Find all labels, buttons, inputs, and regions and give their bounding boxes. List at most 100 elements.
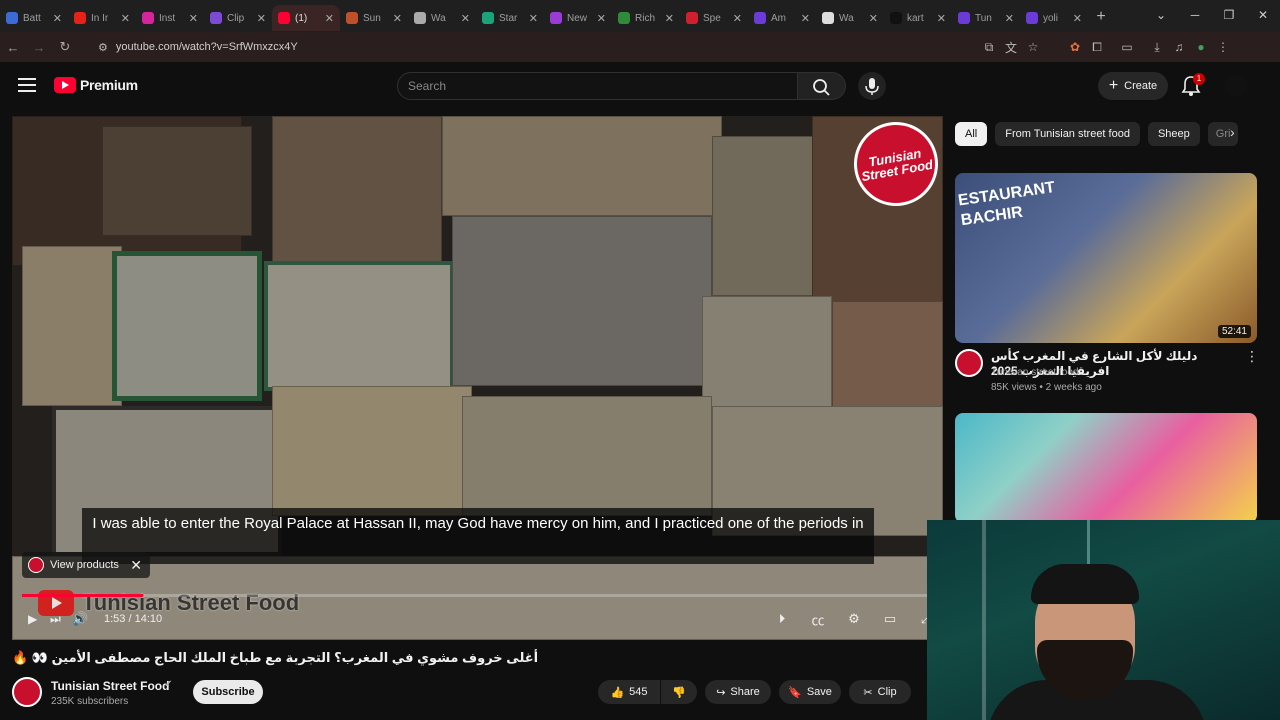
tab-close-icon[interactable]: ✕ — [393, 12, 402, 25]
progress-bar[interactable] — [22, 594, 933, 597]
tab-close-icon[interactable]: ✕ — [937, 12, 946, 25]
tab-close-icon[interactable]: ✕ — [1073, 12, 1082, 25]
account-avatar[interactable] — [1225, 75, 1247, 97]
clip-button[interactable]: ✂ Clip — [849, 680, 911, 704]
omnibox-actions: ⧉ 文 ☆ — [978, 32, 1044, 62]
browser-tab[interactable]: Rich ✕ — [612, 5, 680, 31]
like-button[interactable]: 👍 545 — [598, 680, 660, 704]
browser-tab[interactable]: Star ✕ — [476, 5, 544, 31]
install-app-icon[interactable]: ⧉ — [978, 40, 1000, 55]
subtitles-icon[interactable]: ㏄ — [807, 610, 829, 629]
browser-tab[interactable]: Am ✕ — [748, 5, 816, 31]
channel-name[interactable]: Tunisian Street Food — [51, 679, 169, 693]
recommendation-channel-avatar[interactable] — [955, 349, 983, 377]
filter-chips: All From Tunisian street food Sheep Gri — [955, 122, 1238, 146]
browser-tab[interactable]: Clip ✕ — [204, 5, 272, 31]
chip-sheep[interactable]: Sheep — [1147, 122, 1200, 146]
chip-all[interactable]: All — [955, 122, 988, 146]
tab-close-icon[interactable]: ✕ — [121, 12, 130, 25]
time-display: 1:53 / 14:10 — [104, 613, 163, 625]
browser-tab[interactable]: kart ✕ — [884, 5, 952, 31]
tab-favicon-icon — [618, 12, 630, 24]
menu-dots-icon[interactable]: ⋮ — [1212, 40, 1234, 54]
minimize-icon[interactable]: ─ — [1178, 0, 1212, 32]
tab-label: yoli — [1043, 12, 1059, 24]
autoplay-toggle-icon[interactable]: ⏵ — [771, 611, 793, 627]
browser-tab[interactable]: In Ir ✕ — [68, 5, 136, 31]
tab-close-icon[interactable]: ✕ — [189, 12, 198, 25]
subscriber-count: 235K subscribers — [51, 696, 129, 707]
recommendation-channel[interactable]: Tunisian street food — [991, 367, 1078, 378]
chevron-right-icon[interactable]: › — [1230, 124, 1235, 140]
youtube-masthead: Premium Search + Create 1 — [0, 62, 1280, 112]
create-button[interactable]: + Create — [1098, 72, 1168, 100]
browser-tab[interactable]: yoli ✕ — [1020, 5, 1088, 31]
restore-icon[interactable]: ❐ — [1212, 0, 1246, 32]
reload-icon[interactable]: ↻ — [52, 39, 78, 55]
plus-icon: + — [1108, 77, 1119, 94]
tab-label: In Ir — [91, 12, 109, 24]
close-window-icon[interactable]: ✕ — [1246, 0, 1280, 32]
chip-from-channel[interactable]: From Tunisian street food — [995, 122, 1140, 146]
tab-close-icon[interactable]: ✕ — [529, 12, 538, 25]
volume-icon[interactable]: 🔊 — [72, 611, 98, 627]
new-tab-button[interactable]: + — [1088, 8, 1114, 26]
chevron-down-icon[interactable]: ⌄ — [1144, 0, 1178, 32]
tab-close-icon[interactable]: ✕ — [597, 12, 606, 25]
browser-tab[interactable]: Sun ✕ — [340, 5, 408, 31]
tab-close-icon[interactable]: ✕ — [869, 12, 878, 25]
browser-tab[interactable]: Wa ✕ — [408, 5, 476, 31]
omnibox[interactable]: ⚙ youtube.com/watch?v=SrfWmxzcx4Y — [92, 35, 962, 59]
subscribe-button[interactable]: Subscribe — [193, 680, 263, 704]
search-button[interactable] — [798, 72, 846, 100]
extensions-puzzle-icon[interactable]: ⧠ — [1086, 40, 1108, 55]
tab-close-icon[interactable]: ✕ — [257, 12, 266, 25]
tab-close-icon[interactable]: ✕ — [1005, 12, 1014, 25]
miniplayer-icon[interactable]: ▭ — [879, 611, 901, 627]
dislike-button[interactable]: 👎 — [661, 680, 697, 704]
channel-avatar[interactable] — [12, 677, 42, 707]
video-title: أغلى خروف مشوي في المغرب؟ التجربة مع طبا… — [12, 650, 539, 665]
download-icon[interactable]: ⤓ — [1146, 40, 1168, 55]
play-icon[interactable]: ▶ — [28, 612, 50, 626]
profile-icon[interactable]: ● — [1190, 40, 1212, 54]
tab-close-icon[interactable]: ✕ — [801, 12, 810, 25]
translate-icon[interactable]: 文 — [1000, 39, 1022, 56]
view-products-button[interactable]: View products ✕ — [22, 552, 150, 578]
video-player[interactable]: Tunisian Street Food I was able to enter… — [12, 116, 943, 640]
browser-tab[interactable]: Batt ✕ — [0, 5, 68, 31]
browser-tab[interactable]: (1) ✕ — [272, 5, 340, 31]
next-icon[interactable]: ⏭ — [50, 612, 72, 627]
share-button[interactable]: ↪ Share — [705, 680, 771, 704]
youtube-premium-logo[interactable]: Premium — [54, 77, 138, 93]
recommendation-thumbnail-2[interactable] — [955, 413, 1257, 523]
extension-icon[interactable]: ✿ — [1064, 40, 1086, 54]
recommendation-thumbnail[interactable]: ESTAURANT BACHIR 52:41 — [955, 173, 1257, 343]
browser-tab[interactable]: Spe ✕ — [680, 5, 748, 31]
tab-favicon-icon — [822, 12, 834, 24]
more-options-icon[interactable]: ⋮ — [1245, 348, 1259, 365]
tab-close-icon[interactable]: ✕ — [461, 12, 470, 25]
forward-icon[interactable]: → — [26, 40, 52, 55]
search-input[interactable]: Search — [397, 72, 798, 100]
browser-tab[interactable]: New ✕ — [544, 5, 612, 31]
bookmark-star-icon[interactable]: ☆ — [1022, 40, 1044, 54]
tab-close-icon[interactable]: ✕ — [665, 12, 674, 25]
tab-label: Clip — [227, 12, 245, 24]
back-icon[interactable]: ← — [0, 40, 26, 55]
tab-close-icon[interactable]: ✕ — [325, 12, 334, 25]
media-icon[interactable]: ♫ — [1168, 40, 1190, 54]
browser-tab[interactable]: Inst ✕ — [136, 5, 204, 31]
settings-gear-icon[interactable]: ⚙ — [843, 611, 865, 627]
browser-tab-strip: Batt ✕ In Ir ✕ Inst ✕ Clip ✕ (1) ✕ Sun ✕ Wa ✕ Star ✕ New… — [0, 0, 1280, 32]
site-info-icon[interactable]: ⚙ — [98, 41, 108, 54]
browser-tab[interactable]: Wa ✕ — [816, 5, 884, 31]
hamburger-menu-icon[interactable] — [18, 78, 36, 92]
close-icon[interactable]: ✕ — [130, 557, 142, 574]
browser-tab[interactable]: Tun ✕ — [952, 5, 1020, 31]
sidepanel-icon[interactable]: ▭ — [1116, 40, 1138, 54]
voice-search-button[interactable] — [858, 72, 886, 100]
tab-close-icon[interactable]: ✕ — [733, 12, 742, 25]
tab-close-icon[interactable]: ✕ — [53, 12, 62, 25]
save-button[interactable]: 🔖 Save — [779, 680, 841, 704]
